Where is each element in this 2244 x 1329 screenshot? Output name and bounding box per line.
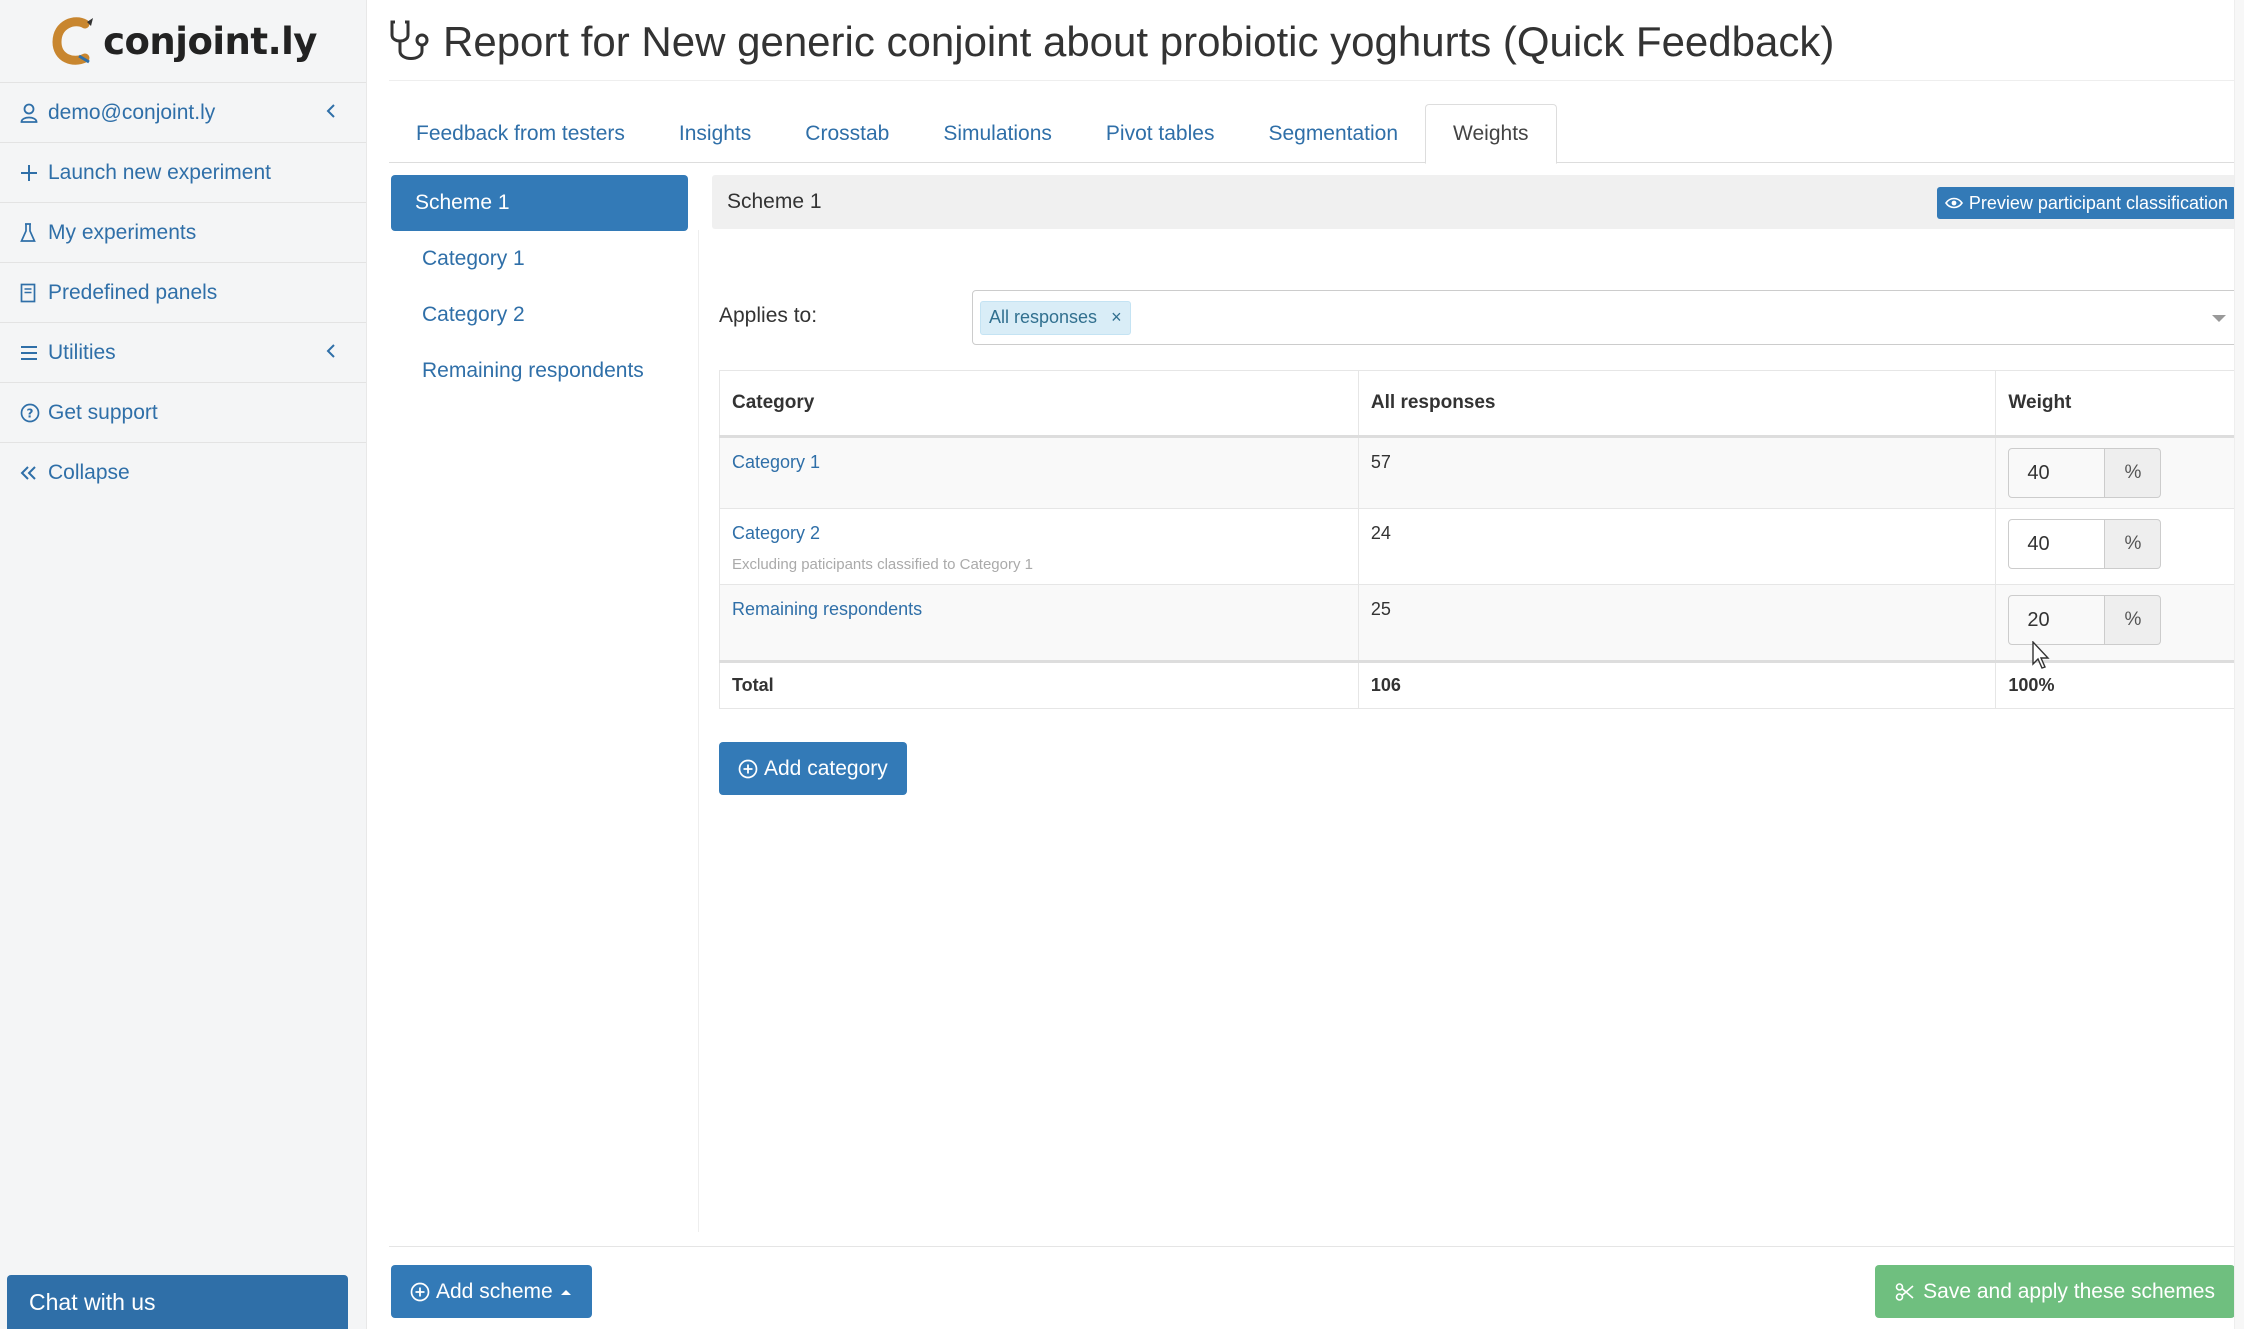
- page-title: Report for New generic conjoint about pr…: [443, 18, 1835, 65]
- total-label: Total: [719, 661, 1359, 709]
- applies-to-tag: All responses ×: [980, 300, 1131, 335]
- percent-addon: %: [2105, 595, 2162, 645]
- sidebar-item-launch[interactable]: Launch new experiment: [0, 142, 366, 202]
- scheme-item-remaining[interactable]: Remaining respondents: [391, 343, 688, 399]
- sidebar-item-label: Predefined panels: [48, 280, 218, 304]
- preview-classification-label: Preview participant classification: [1968, 192, 2228, 213]
- weight-input[interactable]: 40: [2008, 448, 2106, 498]
- tab-crosstab[interactable]: Crosstab: [778, 104, 916, 163]
- sidebar: conjoint.ly demo@conjoint.ly Launch new …: [0, 0, 367, 1329]
- flask-icon: [20, 222, 48, 243]
- weights-table: Category All responses Weight Category 1…: [719, 370, 2241, 709]
- tab-insights[interactable]: Insights: [652, 104, 778, 163]
- category-link[interactable]: Category 1: [732, 452, 820, 472]
- plus-circle-icon: [738, 759, 758, 778]
- add-scheme-button[interactable]: Add scheme: [391, 1265, 592, 1318]
- column-header-weight: Weight: [1995, 370, 2241, 438]
- sidebar-item-account[interactable]: demo@conjoint.ly: [0, 82, 366, 142]
- save-apply-schemes-button[interactable]: Save and apply these schemes: [1875, 1265, 2235, 1318]
- category-note: Excluding paticipants classified to Cate…: [732, 556, 1033, 573]
- chat-button[interactable]: Chat with us: [7, 1275, 348, 1329]
- scheme-list: Scheme 1 Category 1 Category 2 Remaining…: [391, 175, 688, 399]
- tab-simulations[interactable]: Simulations: [916, 104, 1079, 163]
- applies-to-label: Applies to:: [719, 304, 818, 327]
- column-header-responses: All responses: [1357, 370, 1997, 438]
- category-link[interactable]: Remaining respondents: [732, 599, 922, 619]
- sidebar-item-experiments[interactable]: My experiments: [0, 202, 366, 262]
- category-link[interactable]: Category 2: [732, 523, 820, 543]
- responses-cell: 25: [1357, 584, 1997, 663]
- sidebar-item-utilities[interactable]: Utilities: [0, 322, 366, 382]
- tab-feedback[interactable]: Feedback from testers: [389, 104, 652, 163]
- scheme-item-category-1[interactable]: Category 1: [391, 231, 688, 287]
- tab-pivot-tables[interactable]: Pivot tables: [1079, 104, 1242, 163]
- total-responses: 106: [1357, 661, 1997, 709]
- scheme-panel-title: Scheme 1: [727, 190, 822, 213]
- add-scheme-label: Add scheme: [436, 1279, 553, 1303]
- mouse-cursor-icon: [2032, 641, 2050, 669]
- eye-icon: [1944, 197, 1963, 209]
- dropdown-caret-icon[interactable]: [2212, 315, 2226, 322]
- column-header-category: Category: [719, 370, 1359, 438]
- sidebar-item-label: Get support: [48, 400, 158, 424]
- sidebar-item-label: demo@conjoint.ly: [48, 100, 216, 124]
- plus-icon: [20, 164, 48, 182]
- svg-text:?: ?: [27, 406, 34, 420]
- add-category-button[interactable]: Add category: [719, 742, 907, 795]
- sidebar-item-label: Launch new experiment: [48, 160, 271, 184]
- divider: [389, 80, 2242, 81]
- weight-input-group: 40 %: [2008, 519, 2162, 569]
- sidebar-item-label: My experiments: [48, 220, 197, 244]
- save-apply-label: Save and apply these schemes: [1923, 1279, 2215, 1303]
- plus-circle-icon: [410, 1282, 430, 1301]
- sidebar-item-panels[interactable]: Predefined panels: [0, 262, 366, 322]
- total-row: Total 106 100%: [719, 661, 2241, 709]
- scheme-panel-header: Scheme 1 Preview participant classificat…: [712, 175, 2242, 229]
- double-chevron-left-icon: [20, 465, 48, 481]
- sidebar-item-collapse[interactable]: Collapse: [0, 442, 366, 502]
- scheme-item-category-2[interactable]: Category 2: [391, 287, 688, 343]
- weight-input[interactable]: 20: [2008, 595, 2106, 645]
- brand-name: conjoint.ly: [103, 19, 317, 63]
- chevron-left-icon: [326, 341, 336, 365]
- sidebar-item-support[interactable]: ? Get support: [0, 382, 366, 442]
- weight-input-group: 40 %: [2008, 448, 2162, 498]
- book-icon: [20, 283, 48, 303]
- divider: [698, 230, 699, 1232]
- main-content: Report for New generic conjoint about pr…: [367, 0, 2244, 1329]
- tab-weights[interactable]: Weights: [1425, 104, 1557, 164]
- weight-input-group: 20 %: [2008, 595, 2162, 645]
- tag-remove-icon[interactable]: ×: [1111, 307, 1122, 328]
- report-tabs: Feedback from testers Insights Crosstab …: [389, 104, 2242, 164]
- responses-cell: 24: [1357, 508, 1997, 585]
- percent-addon: %: [2105, 519, 2162, 569]
- percent-addon: %: [2105, 448, 2162, 498]
- caret-up-icon: [560, 1289, 571, 1295]
- applies-to-select[interactable]: All responses ×: [972, 290, 2241, 345]
- scissors-icon: [1895, 1282, 1914, 1301]
- table-row: Remaining respondents 25 20 %: [719, 584, 2241, 663]
- divider: [389, 1246, 2242, 1247]
- responses-cell: 57: [1357, 436, 1997, 509]
- app-root: conjoint.ly demo@conjoint.ly Launch new …: [0, 0, 2244, 1329]
- scheme-item-scheme-1[interactable]: Scheme 1: [391, 175, 688, 231]
- sidebar-item-label: Utilities: [48, 340, 116, 364]
- table-row: Category 1 57 40 %: [719, 436, 2241, 509]
- preview-classification-button[interactable]: Preview participant classification: [1936, 187, 2236, 219]
- weight-input[interactable]: 40: [2008, 519, 2106, 569]
- sidebar-item-label: Collapse: [48, 460, 130, 484]
- chevron-left-icon: [326, 101, 336, 125]
- table-row: Category 2 Excluding paticipants classif…: [719, 508, 2241, 585]
- scrollbar[interactable]: [2234, 0, 2244, 1329]
- tab-segmentation[interactable]: Segmentation: [1241, 104, 1425, 163]
- stethoscope-icon: [390, 20, 429, 60]
- logo-mark-icon: [52, 17, 94, 65]
- brand-logo[interactable]: conjoint.ly: [0, 0, 366, 82]
- page-header: Report for New generic conjoint about pr…: [389, 18, 1834, 66]
- add-category-label: Add category: [764, 756, 888, 780]
- menu-icon: [20, 345, 48, 361]
- user-icon: [20, 103, 48, 123]
- question-circle-icon: ?: [20, 403, 48, 423]
- tag-label: All responses: [989, 307, 1098, 327]
